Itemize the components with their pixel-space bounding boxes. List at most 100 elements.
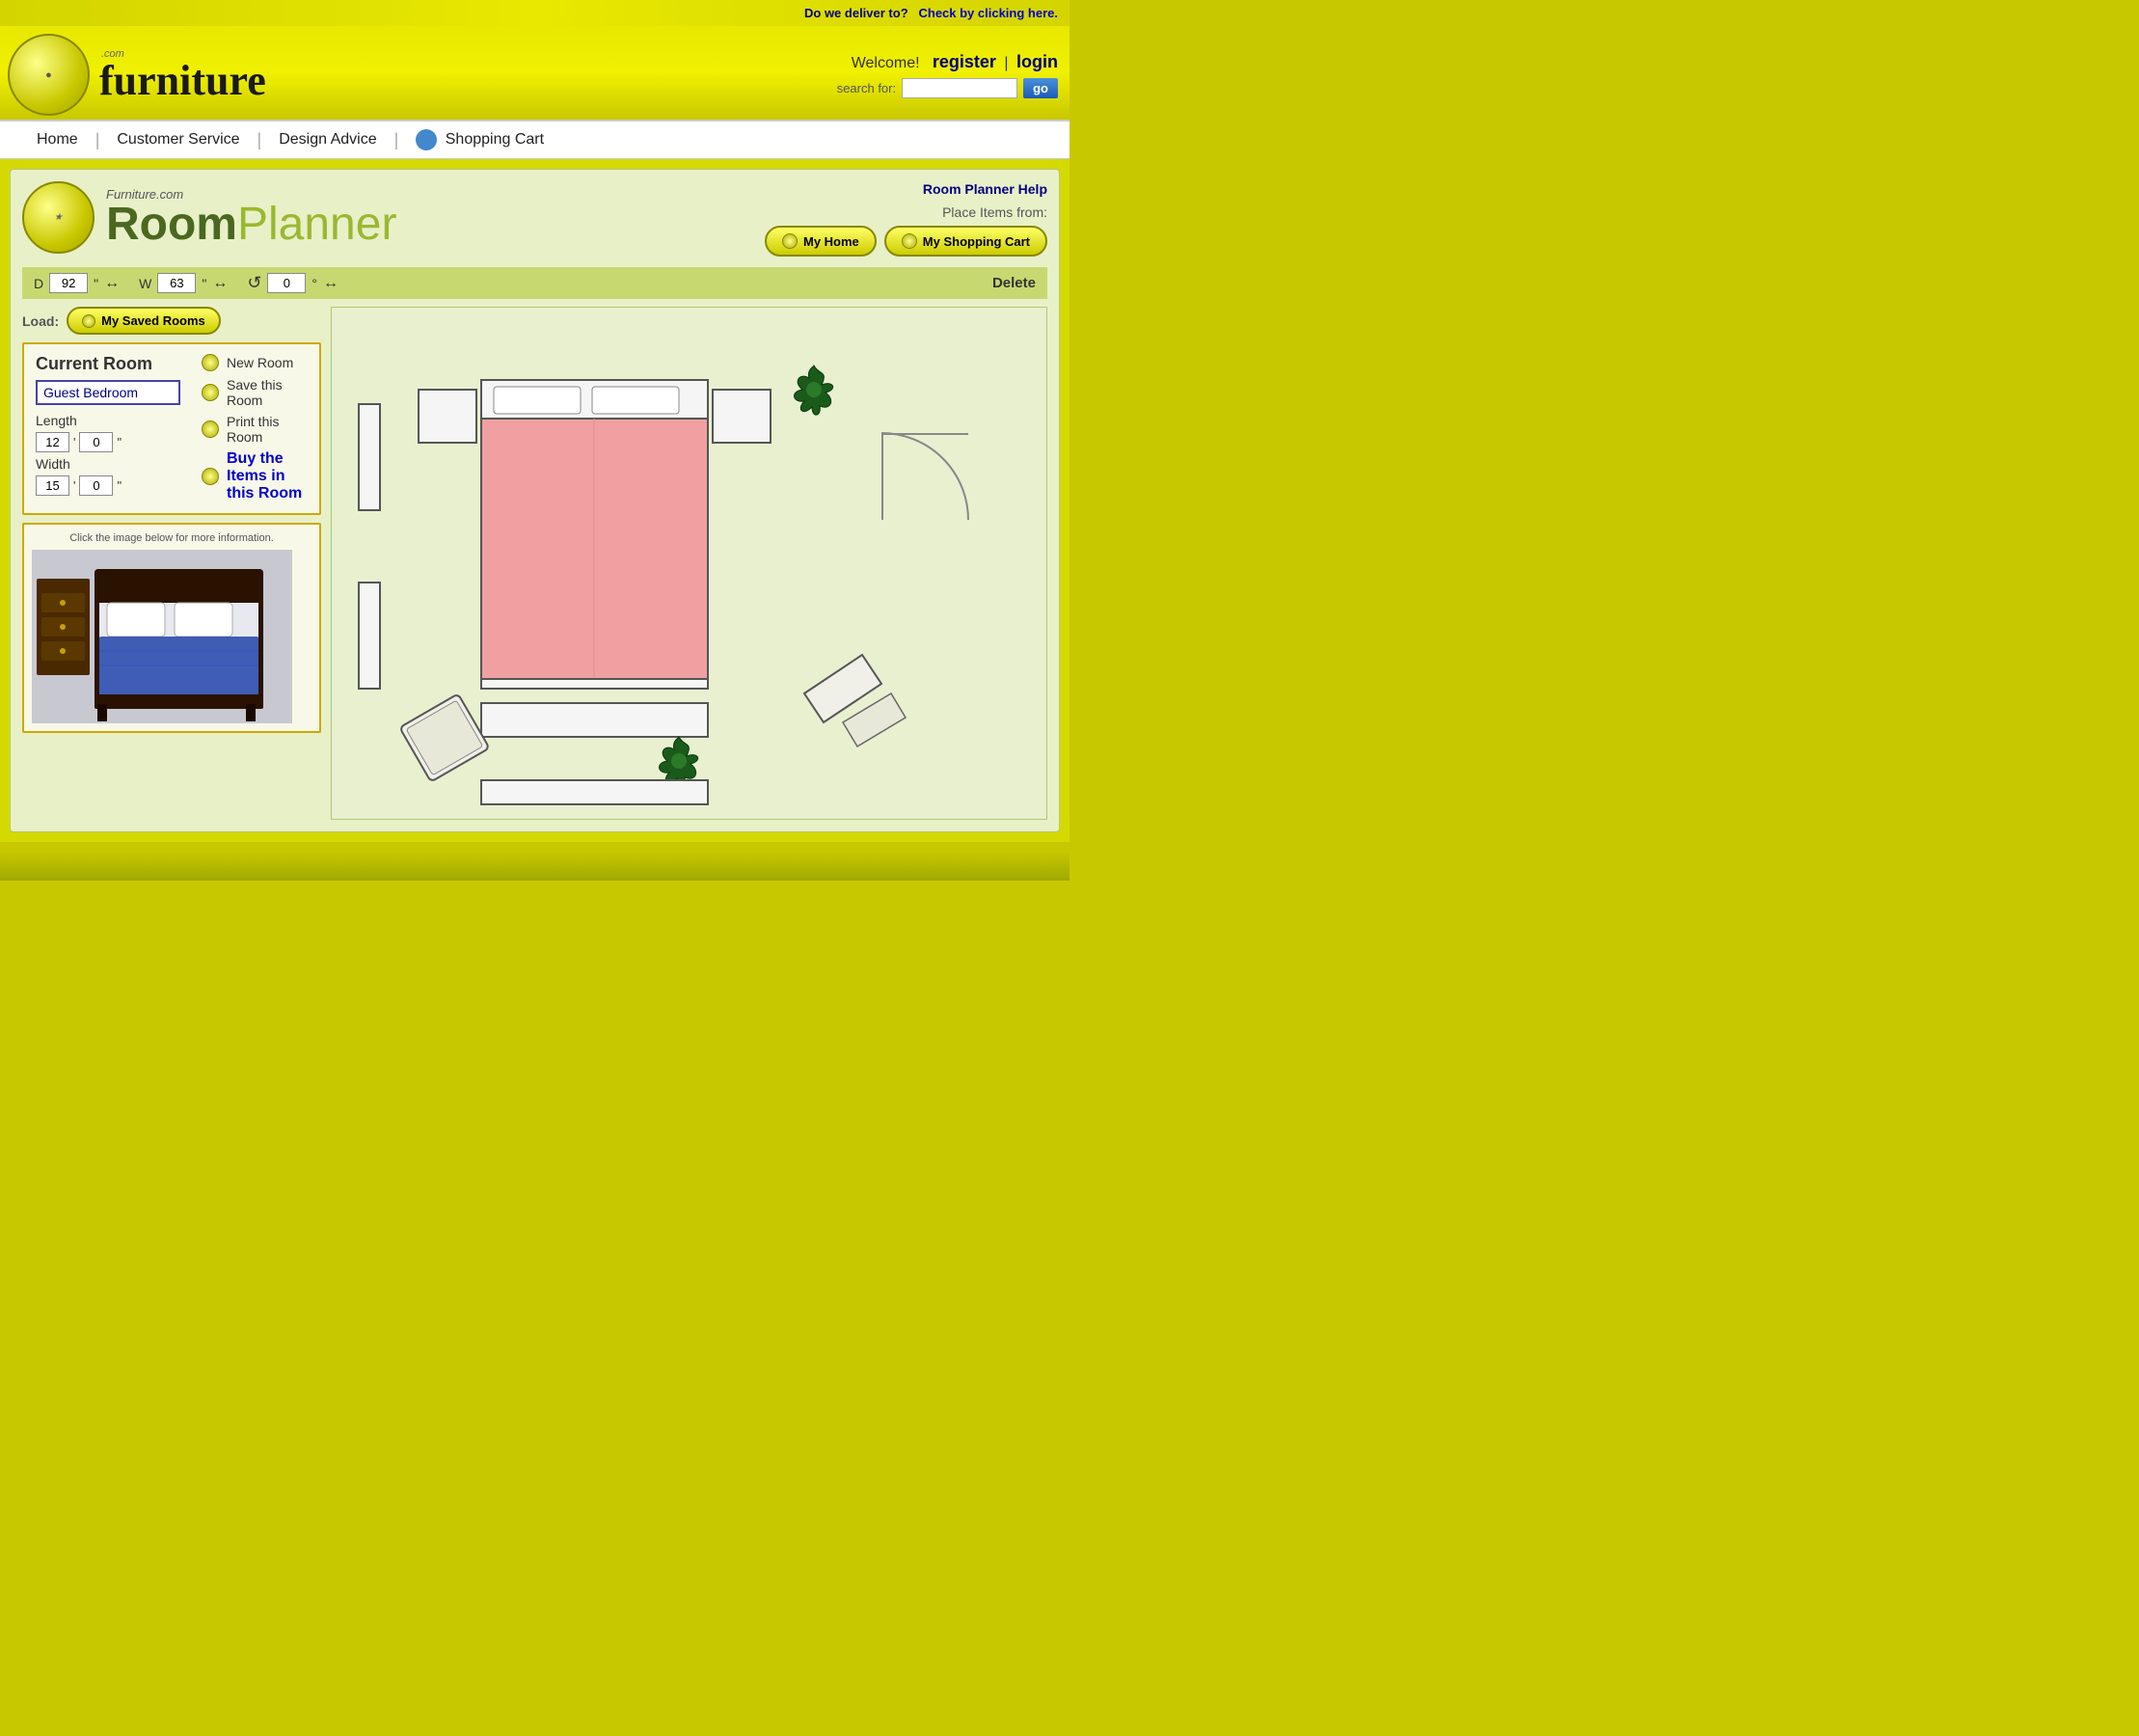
main-content: ★ Furniture.com RoomPlanner Room Planner…: [0, 159, 1070, 842]
lower-area: Load: My Saved Rooms Current Room: [22, 307, 1047, 820]
new-room-label[interactable]: New Room: [227, 355, 293, 370]
search-label: search for:: [837, 81, 896, 95]
my-saved-rooms-button[interactable]: My Saved Rooms: [67, 307, 221, 335]
width-in-input[interactable]: [79, 475, 113, 496]
auth-links: Welcome! register | login: [837, 52, 1058, 72]
width-ft-unit: ': [73, 478, 75, 493]
rp-branding: ★ Furniture.com RoomPlanner: [22, 181, 396, 254]
place-buttons: My Home My Shopping Cart: [765, 226, 1047, 257]
width-row: Width: [36, 456, 180, 472]
length-in-input[interactable]: [79, 432, 113, 452]
length-inputs: ' ": [36, 432, 180, 452]
place-items-label: Place Items from:: [765, 204, 1047, 220]
search-go-button[interactable]: go: [1023, 78, 1058, 98]
print-room-icon: [202, 420, 219, 438]
nav-shopping-cart[interactable]: Shopping Cart: [398, 129, 561, 150]
length-in-unit: ": [117, 435, 122, 449]
header-right: Welcome! register | login search for: go: [837, 52, 1058, 98]
new-room-icon: [202, 354, 219, 371]
d-label: D: [34, 276, 43, 291]
current-room-inner: Current Room Length ' ": [36, 354, 308, 503]
logo-main: furniture: [99, 60, 266, 102]
length-row: Length: [36, 413, 180, 428]
save-room-label[interactable]: Save this Room: [227, 377, 308, 408]
rp-right: Room Planner Help Place Items from: My H…: [765, 181, 1047, 257]
buy-items-label[interactable]: Buy the Items in this Room: [227, 450, 308, 502]
width-label: Width: [36, 456, 79, 472]
bed-svg: [32, 550, 292, 723]
w-arrow: ↔: [212, 275, 228, 292]
delete-button[interactable]: Delete: [992, 275, 1036, 291]
d-unit: ": [94, 276, 98, 291]
rp-room-text: Room: [106, 199, 237, 250]
width-ft-input[interactable]: [36, 475, 69, 496]
my-home-icon: [782, 233, 798, 249]
nav-design-advice[interactable]: Design Advice: [261, 131, 393, 149]
w-label: W: [139, 276, 151, 291]
my-cart-icon: [902, 233, 917, 249]
left-panel: Load: My Saved Rooms Current Room: [22, 307, 321, 820]
preview-image[interactable]: [32, 550, 292, 723]
delivery-bar: Do we deliver to? Check by clicking here…: [0, 0, 1070, 26]
w-unit: ": [202, 276, 206, 291]
rotate-arrow: ↔: [323, 275, 338, 292]
delivery-label: Do we deliver to?: [804, 6, 908, 20]
register-link[interactable]: register: [933, 52, 996, 71]
rp-logo-main: RoomPlanner: [106, 202, 396, 248]
delivery-link[interactable]: Check by clicking here.: [918, 6, 1058, 20]
room-svg: [332, 308, 1046, 819]
room-canvas[interactable]: [331, 307, 1047, 820]
length-label: Length: [36, 413, 79, 428]
header: ● .com furniture Welcome! register | log…: [0, 26, 1070, 120]
nav-customer-service[interactable]: Customer Service: [99, 131, 257, 149]
current-room-box: Current Room Length ' ": [22, 342, 321, 515]
footer-bar: [0, 852, 1070, 881]
search-bar: search for: go: [837, 78, 1058, 98]
saved-rooms-icon: [82, 314, 95, 328]
rp-logo-oval: ★: [22, 181, 95, 254]
current-room-title: Current Room: [36, 354, 180, 374]
auth-sep: |: [1004, 55, 1008, 71]
buy-items-row: Buy the Items in this Room: [202, 450, 308, 502]
search-input[interactable]: [902, 78, 1017, 98]
width-in-unit: ": [117, 478, 122, 493]
width-inputs: ' ": [36, 475, 180, 496]
load-section: Load: My Saved Rooms: [22, 307, 321, 335]
logo-oval: ●: [8, 34, 90, 116]
length-ft-input[interactable]: [36, 432, 69, 452]
save-room-icon: [202, 384, 219, 401]
save-room-row: Save this Room: [202, 377, 308, 408]
new-room-row: New Room: [202, 354, 308, 371]
login-link[interactable]: login: [1016, 52, 1058, 71]
tool-group-rotate: ↺ ° ↔: [247, 273, 338, 293]
current-room-left: Current Room Length ' ": [36, 354, 180, 503]
room-name-input[interactable]: [36, 380, 180, 405]
print-room-row: Print this Room: [202, 414, 308, 445]
nav-home[interactable]: Home: [19, 131, 95, 149]
my-shopping-cart-button[interactable]: My Shopping Cart: [884, 226, 1047, 257]
buy-items-icon: [202, 468, 219, 485]
room-planner-container: ★ Furniture.com RoomPlanner Room Planner…: [10, 169, 1060, 832]
preview-box: Click the image below for more informati…: [22, 523, 321, 733]
d-input[interactable]: [49, 273, 88, 293]
length-ft-unit: ': [73, 435, 75, 449]
preview-caption: Click the image below for more informati…: [32, 532, 311, 544]
navbar: Home | Customer Service | Design Advice …: [0, 120, 1070, 159]
d-arrow: ↔: [104, 275, 120, 292]
print-room-label[interactable]: Print this Room: [227, 414, 308, 445]
rotate-input[interactable]: [267, 273, 306, 293]
w-input[interactable]: [157, 273, 196, 293]
rotate-unit: °: [311, 276, 317, 291]
cart-icon: [416, 129, 437, 150]
rotate-icon: ↺: [247, 273, 261, 293]
tool-group-d: D " ↔: [34, 273, 120, 293]
welcome-text: Welcome!: [852, 55, 920, 71]
cr-actions: New Room Save this Room Print this Room: [202, 354, 308, 503]
rp-planner-text: Planner: [237, 199, 396, 250]
my-home-button[interactable]: My Home: [765, 226, 877, 257]
logo-area: ● .com furniture: [8, 34, 266, 116]
load-label: Load:: [22, 313, 59, 329]
rp-header: ★ Furniture.com RoomPlanner Room Planner…: [22, 181, 1047, 258]
rp-help-link[interactable]: Room Planner Help: [765, 181, 1047, 197]
tools-row: D " ↔ W " ↔ ↺ ° ↔ Delete: [22, 267, 1047, 299]
